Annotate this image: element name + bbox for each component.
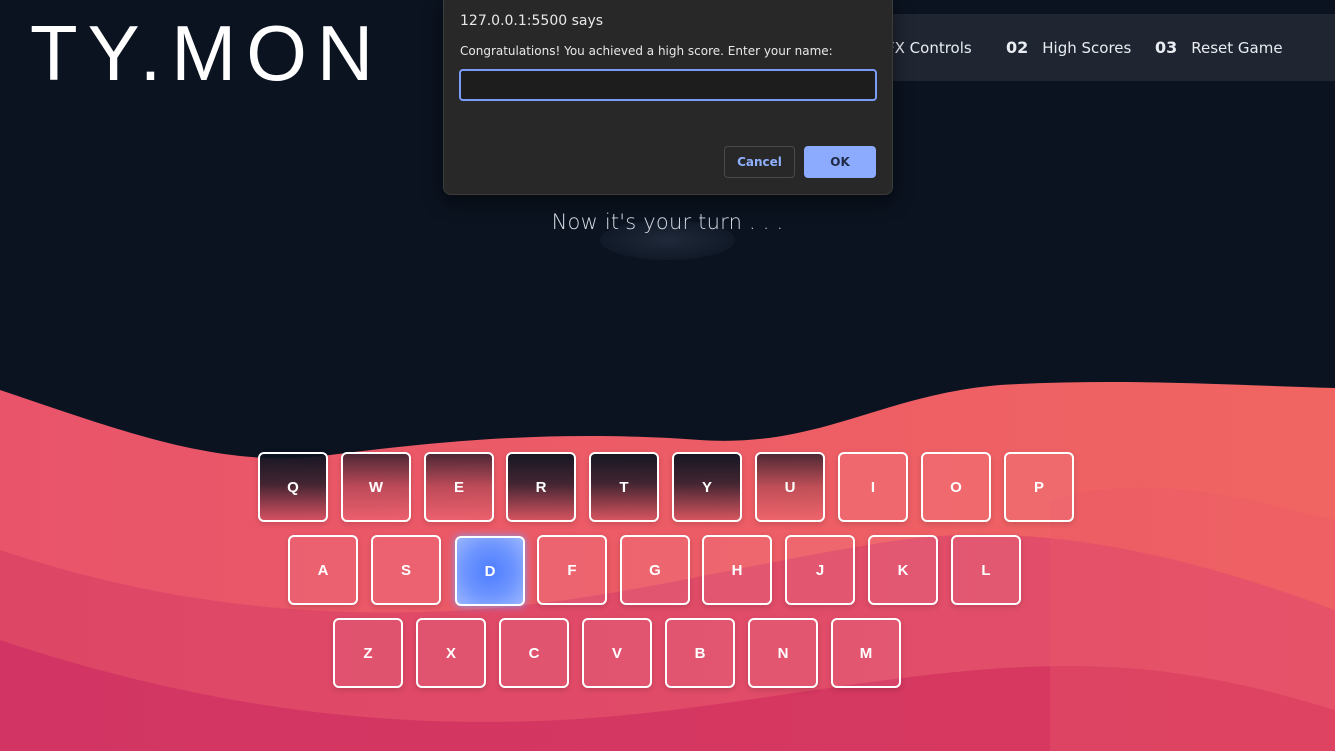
nav-high-scores-label: High Scores	[1042, 38, 1132, 57]
key-g[interactable]: G	[620, 535, 690, 605]
key-w[interactable]: W	[341, 452, 411, 522]
nav-fx-controls-label: FX Controls	[886, 38, 972, 57]
key-j[interactable]: J	[785, 535, 855, 605]
nav-reset-game[interactable]: 03 Reset Game	[1155, 14, 1283, 81]
key-y[interactable]: Y	[672, 452, 742, 522]
key-s[interactable]: S	[371, 535, 441, 605]
key-p[interactable]: P	[1004, 452, 1074, 522]
nav-reset-game-label: Reset Game	[1191, 38, 1283, 57]
key-d[interactable]: D	[455, 536, 525, 606]
key-q[interactable]: Q	[258, 452, 328, 522]
cancel-button[interactable]: Cancel	[724, 146, 795, 178]
ok-button[interactable]: OK	[804, 146, 876, 178]
key-r[interactable]: R	[506, 452, 576, 522]
key-v[interactable]: V	[582, 618, 652, 688]
nav-high-scores-number: 02	[1006, 38, 1029, 57]
key-m[interactable]: M	[831, 618, 901, 688]
logo: TY.MON	[30, 9, 384, 97]
prompt-dialog: 127.0.0.1:5500 says Congratulations! You…	[443, 0, 893, 195]
key-o[interactable]: O	[921, 452, 991, 522]
key-l[interactable]: L	[951, 535, 1021, 605]
key-f[interactable]: F	[537, 535, 607, 605]
key-c[interactable]: C	[499, 618, 569, 688]
key-u[interactable]: U	[755, 452, 825, 522]
key-a[interactable]: A	[288, 535, 358, 605]
name-input[interactable]	[459, 69, 877, 101]
nav-fx-controls[interactable]: FX Controls	[886, 14, 972, 81]
key-t[interactable]: T	[589, 452, 659, 522]
nav-reset-game-number: 03	[1155, 38, 1178, 57]
key-b[interactable]: B	[665, 618, 735, 688]
turn-prompt: Now it's your turn . . .	[551, 210, 784, 234]
key-z[interactable]: Z	[333, 618, 403, 688]
top-nav: FX Controls 02 High Scores 03 Reset Game	[860, 14, 1335, 81]
key-k[interactable]: K	[868, 535, 938, 605]
nav-high-scores[interactable]: 02 High Scores	[1006, 14, 1131, 81]
dialog-title: 127.0.0.1:5500 says	[460, 13, 604, 29]
key-n[interactable]: N	[748, 618, 818, 688]
dialog-message: Congratulations! You achieved a high sco…	[460, 44, 833, 58]
key-h[interactable]: H	[702, 535, 772, 605]
key-i[interactable]: I	[838, 452, 908, 522]
key-x[interactable]: X	[416, 618, 486, 688]
key-e[interactable]: E	[424, 452, 494, 522]
